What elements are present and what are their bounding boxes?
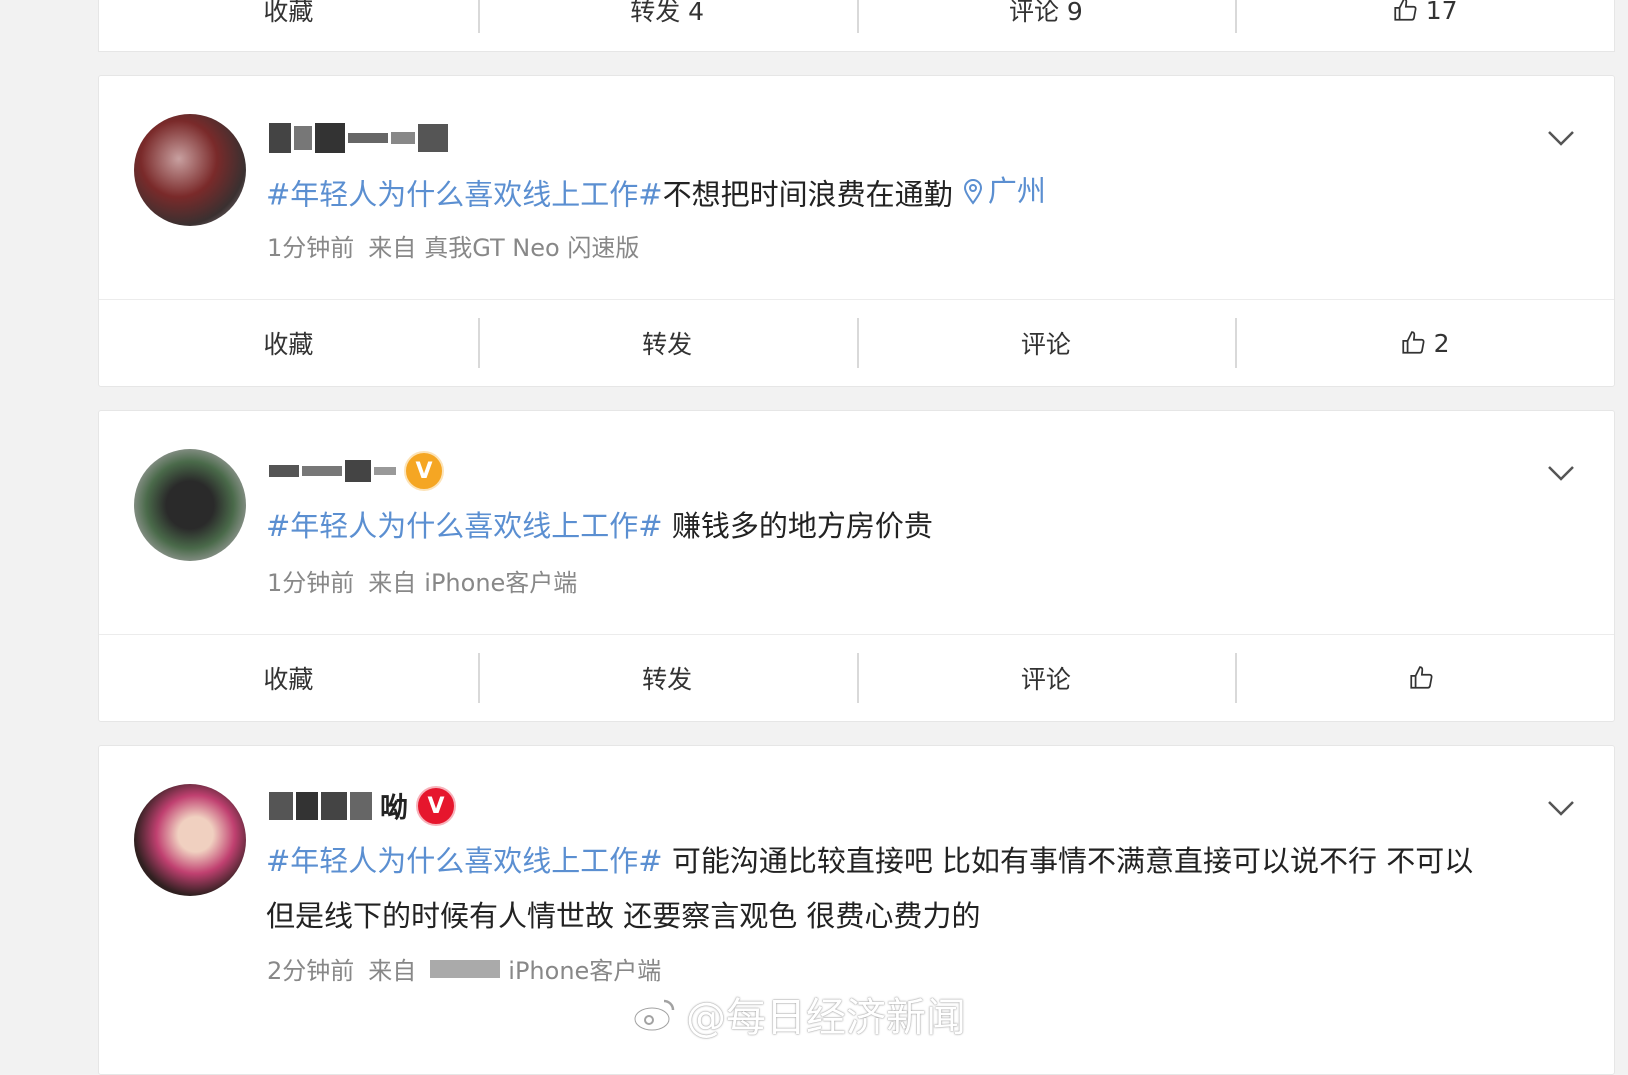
thumbs-up-icon (1394, 0, 1417, 21)
watermark: @每日经济新闻 (632, 985, 966, 1043)
username-blurred (269, 792, 372, 820)
repost-button[interactable]: 转发 4 (477, 0, 857, 51)
favorite-button[interactable]: 收藏 (99, 300, 478, 386)
post-text: 赚钱多的地方房价贵 (662, 509, 933, 543)
chevron-down-icon[interactable] (1546, 798, 1576, 818)
avatar[interactable] (134, 449, 246, 561)
comment-button[interactable]: 评论 9 (856, 0, 1236, 51)
action-bar: 收藏 转发 评论 (99, 634, 1614, 721)
chevron-down-icon[interactable] (1546, 463, 1576, 483)
post-meta: 1分钟前 来自 真我GT Neo 闪速版 (267, 228, 639, 263)
username-blurred (269, 123, 448, 153)
favorite-button[interactable]: 收藏 (99, 0, 478, 51)
action-bar: 收藏 转发 评论 2 (99, 299, 1614, 386)
post-content: #年轻人为什么喜欢线上工作#不想把时间浪费在通勤 广州 (266, 164, 1544, 223)
like-button[interactable]: 2 (1235, 300, 1614, 386)
post-source[interactable]: iPhone客户端 (508, 951, 661, 986)
post-content: #年轻人为什么喜欢线上工作# 可能沟通比较直接吧 比如有事情不满意直接可以说不行… (266, 834, 1544, 944)
post-meta: 2分钟前 来自 iPhone客户端 (267, 951, 661, 986)
post-source[interactable]: 真我GT Neo 闪速版 (424, 228, 639, 263)
verified-badge-icon: V (416, 786, 457, 826)
repost-button[interactable]: 转发 (477, 635, 857, 721)
verified-badge-icon: V (404, 451, 444, 491)
avatar[interactable] (134, 784, 246, 896)
username[interactable]: V (269, 451, 444, 491)
weibo-logo-icon (633, 999, 675, 1032)
comment-button[interactable]: 评论 (856, 300, 1236, 386)
like-button[interactable]: 17 (1235, 0, 1614, 51)
post-time[interactable]: 1分钟前 (267, 228, 354, 263)
thumbs-up-icon (1410, 666, 1433, 689)
like-button[interactable] (1235, 635, 1614, 721)
from-label: 来自 (368, 957, 417, 985)
post-content: #年轻人为什么喜欢线上工作# 赚钱多的地方房价贵 (266, 499, 1544, 554)
from-label: 来自 (368, 234, 417, 262)
post-meta: 1分钟前 来自 iPhone客户端 (267, 563, 577, 598)
post-text-line1: 可能沟通比较直接吧 比如有事情不满意直接可以说不行 不可以 (662, 844, 1474, 878)
thumbs-up-icon (1402, 331, 1425, 354)
repost-button[interactable]: 转发 (477, 300, 857, 386)
top-action-bar: 收藏 转发 4 评论 9 17 (98, 0, 1615, 52)
chevron-down-icon[interactable] (1546, 128, 1576, 148)
page-edge (1616, 0, 1628, 1052)
post-time[interactable]: 2分钟前 (267, 951, 354, 986)
from-label: 来自 (368, 569, 417, 597)
post-card: #年轻人为什么喜欢线上工作#不想把时间浪费在通勤 广州 1分钟前 来自 真我GT… (98, 75, 1615, 387)
post-source[interactable]: iPhone客户端 (424, 563, 577, 598)
blurred-source-prefix (430, 959, 501, 978)
post-text-line2: 但是线下的时候有人情世故 还要察言观色 很费心费力的 (266, 899, 981, 933)
hashtag-link[interactable]: #年轻人为什么喜欢线上工作# (266, 178, 663, 212)
post-card: V #年轻人为什么喜欢线上工作# 赚钱多的地方房价贵 1分钟前 来自 iPhon… (98, 410, 1615, 722)
username-suffix: 呦 (380, 791, 409, 824)
location-link[interactable]: 广州 (962, 164, 1046, 219)
post-time[interactable]: 1分钟前 (267, 563, 354, 598)
avatar[interactable] (134, 114, 246, 226)
watermark-text: @每日经济新闻 (686, 995, 966, 1041)
username[interactable]: 呦 V (269, 786, 457, 826)
favorite-button[interactable]: 收藏 (99, 635, 478, 721)
hashtag-link[interactable]: #年轻人为什么喜欢线上工作# (266, 844, 663, 878)
hashtag-link[interactable]: #年轻人为什么喜欢线上工作# (266, 509, 663, 543)
username[interactable] (269, 118, 448, 158)
comment-button[interactable]: 评论 (856, 635, 1236, 721)
post-text: 不想把时间浪费在通勤 (662, 177, 953, 212)
username-blurred (269, 460, 396, 482)
location-pin-icon (963, 178, 982, 205)
